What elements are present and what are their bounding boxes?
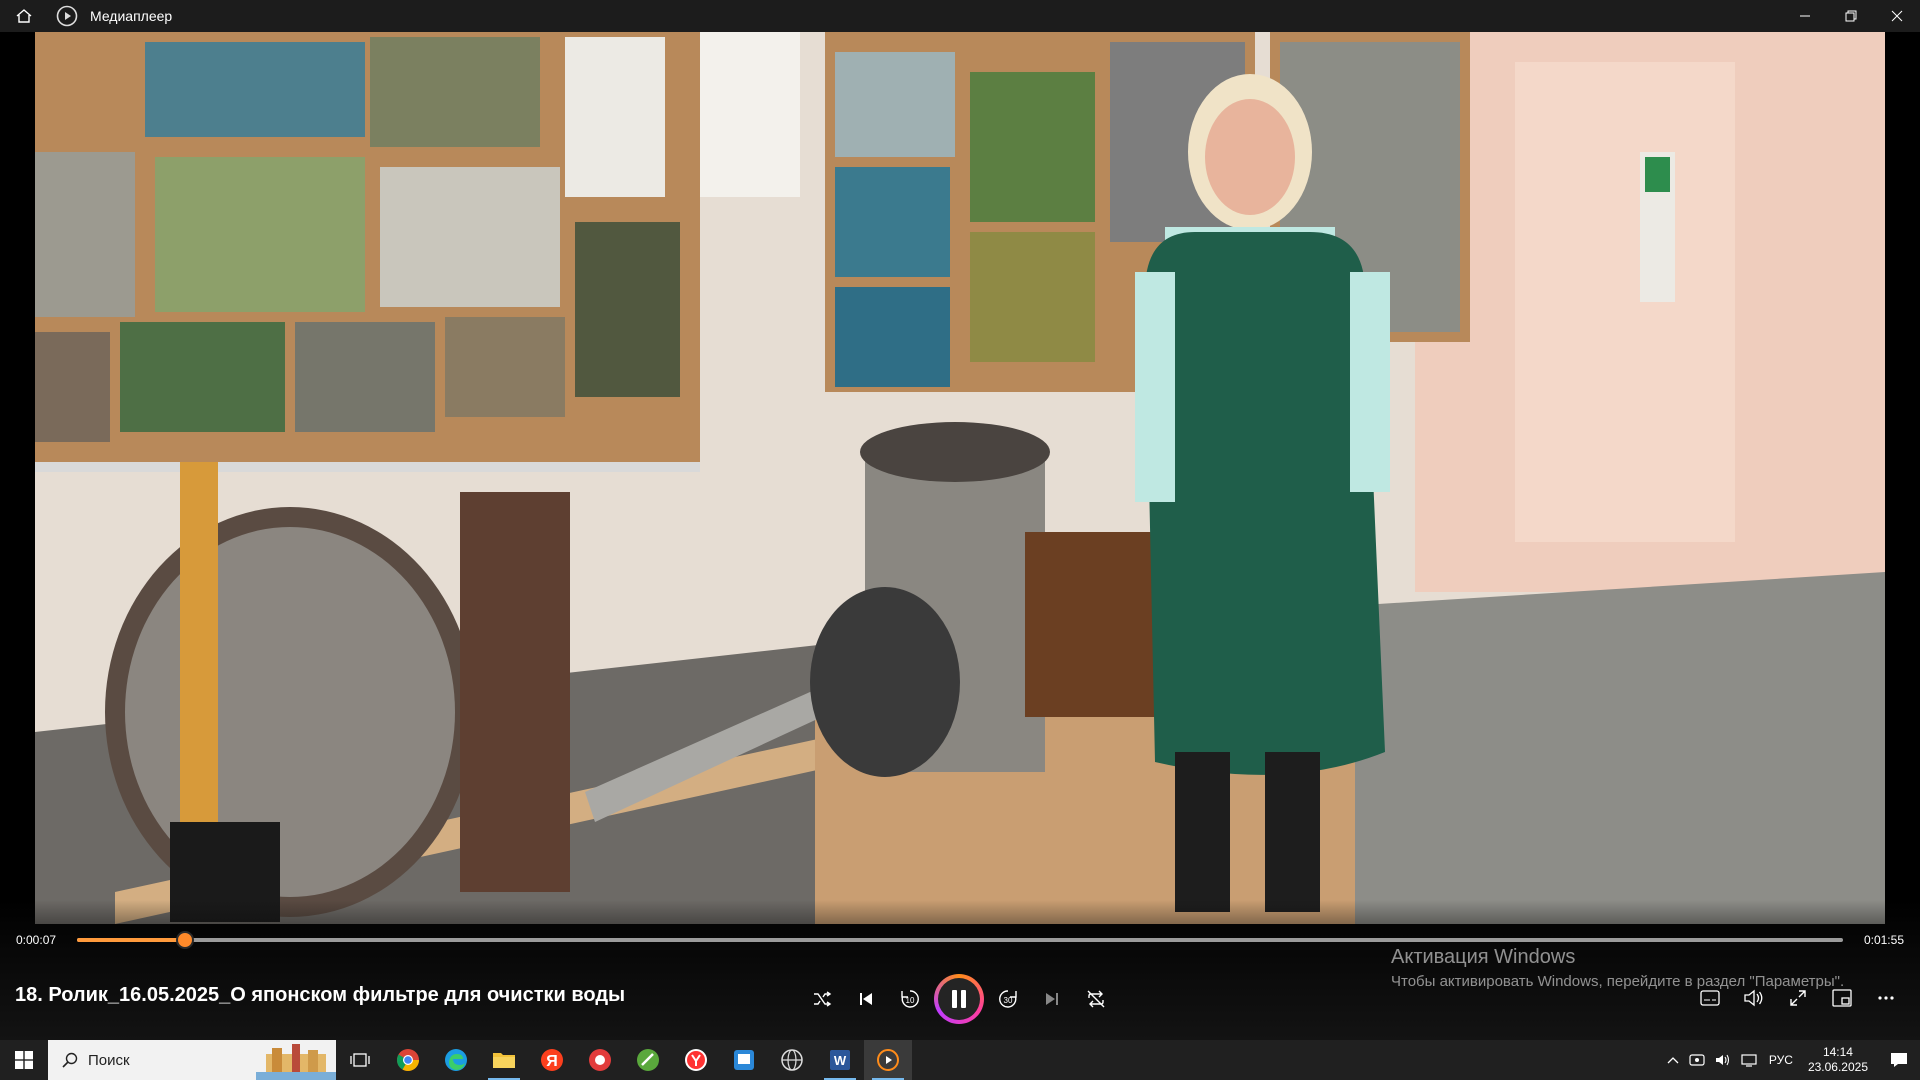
webcam-icon xyxy=(1689,1054,1705,1066)
clock[interactable]: 14:14 23.06.2025 xyxy=(1798,1040,1878,1080)
mini-player-icon xyxy=(1832,989,1852,1007)
minimize-button[interactable] xyxy=(1782,0,1828,32)
svg-text:W: W xyxy=(834,1053,847,1068)
shuffle-button[interactable] xyxy=(800,975,844,1023)
subtitles-button[interactable] xyxy=(1688,974,1732,1022)
svg-text:30: 30 xyxy=(1004,996,1013,1005)
subtitles-icon xyxy=(1700,990,1720,1006)
taskbar-word[interactable]: W xyxy=(816,1040,864,1080)
language-indicator[interactable]: РУС xyxy=(1764,1040,1798,1080)
title-bar: Медиаплеер xyxy=(0,0,1920,32)
rewind-10-icon: 10 xyxy=(901,990,919,1008)
activation-title: Активация Windows xyxy=(1391,946,1576,968)
repeat-button[interactable] xyxy=(1074,975,1118,1023)
taskbar-chrome[interactable] xyxy=(384,1040,432,1080)
video-scene xyxy=(35,32,1885,924)
taskbar-yandex-browser[interactable] xyxy=(672,1040,720,1080)
app-red-icon xyxy=(589,1049,611,1071)
show-hidden-icons-button[interactable] xyxy=(1662,1040,1684,1080)
pause-icon xyxy=(952,990,966,1008)
forward-30-icon: 30 xyxy=(999,990,1017,1008)
start-button[interactable] xyxy=(0,1040,48,1080)
media-player-icon xyxy=(877,1049,899,1071)
folder-icon xyxy=(493,1053,515,1068)
word-icon: W xyxy=(830,1050,850,1070)
mini-player-button[interactable] xyxy=(1820,974,1864,1022)
close-icon xyxy=(1891,10,1903,22)
search-icon xyxy=(62,1052,78,1068)
taskbar-search[interactable]: Поиск xyxy=(48,1040,336,1080)
skip-next-icon xyxy=(1046,993,1058,1005)
globe-icon xyxy=(781,1049,803,1071)
media-title: 18. Ролик_16.05.2025_О японском фильтре … xyxy=(15,984,626,1006)
taskbar-file-explorer[interactable] xyxy=(480,1040,528,1080)
restore-icon xyxy=(1845,10,1857,22)
yandex-browser-icon xyxy=(685,1049,707,1071)
volume-icon xyxy=(1744,989,1763,1007)
chevron-up-icon xyxy=(1667,1057,1679,1064)
app-blue-icon xyxy=(734,1050,754,1070)
clock-date: 23.06.2025 xyxy=(1807,1060,1868,1074)
system-tray: РУС 14:14 23.06.2025 xyxy=(1662,1040,1920,1080)
network-button[interactable] xyxy=(1736,1040,1764,1080)
app-green-icon xyxy=(637,1049,659,1071)
task-view-icon xyxy=(350,1053,370,1067)
fullscreen-button[interactable] xyxy=(1776,974,1820,1022)
close-button[interactable] xyxy=(1874,0,1920,32)
skip-previous-icon xyxy=(860,993,872,1005)
more-icon xyxy=(1878,996,1894,1000)
seek-bar[interactable] xyxy=(77,931,1843,949)
taskbar-app-green[interactable] xyxy=(624,1040,672,1080)
total-time: 0:01:55 xyxy=(1863,933,1904,947)
current-time: 0:00:07 xyxy=(16,933,57,947)
edge-icon xyxy=(445,1049,467,1071)
taskbar-app-red[interactable] xyxy=(576,1040,624,1080)
window-title: Медиаплеер xyxy=(90,8,173,24)
taskbar-app-globe[interactable] xyxy=(768,1040,816,1080)
chrome-icon xyxy=(397,1049,419,1071)
network-icon xyxy=(1741,1054,1757,1067)
video-frame[interactable] xyxy=(35,32,1885,924)
next-button[interactable] xyxy=(1030,975,1074,1023)
taskbar-yandex[interactable]: Я xyxy=(528,1040,576,1080)
svg-text:10: 10 xyxy=(906,996,915,1005)
clock-time: 14:14 xyxy=(1822,1045,1853,1059)
taskbar: Поиск Я W РУС 14:14 23.06.2025 xyxy=(0,1040,1920,1080)
notification-icon xyxy=(1891,1053,1907,1067)
repeat-off-icon xyxy=(1087,990,1105,1008)
yandex-icon: Я xyxy=(541,1049,563,1071)
fullscreen-icon xyxy=(1790,990,1806,1006)
more-options-button[interactable] xyxy=(1864,974,1908,1022)
windows-logo-icon xyxy=(15,1051,33,1069)
taskbar-app-blue[interactable] xyxy=(720,1040,768,1080)
search-highlight-icon xyxy=(256,1044,336,1080)
home-icon xyxy=(16,9,32,23)
action-center-button[interactable] xyxy=(1878,1040,1920,1080)
right-controls xyxy=(1688,974,1908,1022)
forward-30-button[interactable]: 30 xyxy=(986,975,1030,1023)
speaker-icon xyxy=(1715,1054,1729,1066)
task-view-button[interactable] xyxy=(336,1040,384,1080)
search-placeholder: Поиск xyxy=(88,1051,130,1069)
tray-volume-button[interactable] xyxy=(1710,1040,1736,1080)
shuffle-icon xyxy=(814,991,832,1007)
meet-now-button[interactable] xyxy=(1684,1040,1710,1080)
taskbar-media-player[interactable] xyxy=(864,1040,912,1080)
restore-button[interactable] xyxy=(1828,0,1874,32)
volume-button[interactable] xyxy=(1732,974,1776,1022)
media-player-app-icon xyxy=(56,5,78,27)
taskbar-edge[interactable] xyxy=(432,1040,480,1080)
previous-button[interactable] xyxy=(844,975,888,1023)
svg-text:Я: Я xyxy=(546,1053,558,1070)
home-button[interactable] xyxy=(0,0,48,32)
minimize-icon xyxy=(1800,15,1810,17)
seek-thumb[interactable] xyxy=(175,931,194,949)
seek-bar-progress xyxy=(77,938,185,942)
pause-button[interactable] xyxy=(934,974,984,1024)
playback-controls: 10 30 xyxy=(800,974,1118,1024)
rewind-10-button[interactable]: 10 xyxy=(888,975,932,1023)
